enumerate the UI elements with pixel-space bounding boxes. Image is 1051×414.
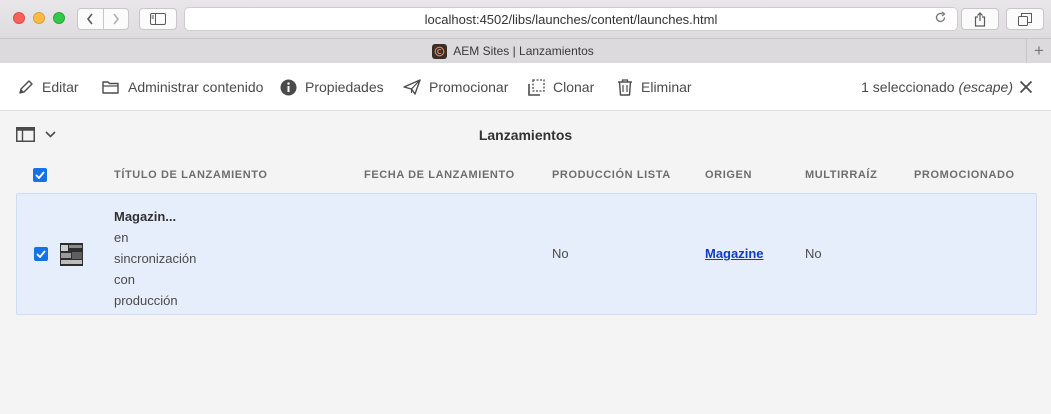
column-header-launch-date[interactable]: Fecha de lanzamiento (364, 160, 515, 190)
close-icon (1019, 80, 1033, 94)
selection-count: 1 seleccionado (861, 79, 955, 95)
delete-button[interactable]: Eliminar (617, 63, 692, 111)
chevron-right-icon (113, 13, 119, 25)
launch-status-line: sincronización (114, 251, 197, 266)
manage-content-label: Administrar contenido (128, 79, 264, 95)
sidebar-icon (150, 13, 166, 25)
production-ready-cell: No (552, 246, 569, 261)
row-thumbnail (60, 243, 83, 266)
checkmark-icon (36, 250, 46, 258)
clone-label: Clonar (553, 79, 595, 95)
column-header-production-ready[interactable]: Producción lista (552, 160, 671, 190)
browser-chrome: localhost:4502/libs/launches/content/lau… (0, 0, 1051, 63)
delete-label: Eliminar (641, 79, 692, 95)
manage-content-button[interactable]: Administrar contenido (102, 63, 263, 111)
exit-selection-button[interactable] (1017, 78, 1035, 96)
checkmark-icon (35, 171, 45, 179)
launch-title: Magazin... (114, 209, 177, 224)
aem-favicon-icon (432, 43, 448, 59)
action-bar: Editar Administrar contenido Propiedades… (0, 63, 1051, 111)
table-header: Título de lanzamiento Fecha de lanzamien… (0, 160, 1051, 192)
active-tab[interactable]: AEM Sites | Lanzamientos (0, 39, 1026, 63)
share-icon (974, 11, 986, 27)
history-nav (77, 8, 129, 30)
address-bar[interactable]: localhost:4502/libs/launches/content/lau… (184, 7, 958, 31)
row-title-cell: Magazin... en sincronización con producc… (114, 206, 234, 311)
show-sidebar-button[interactable] (139, 8, 177, 30)
clone-button[interactable]: Clonar (528, 63, 594, 111)
close-window-button[interactable] (13, 12, 25, 24)
edit-label: Editar (42, 79, 79, 95)
escape-hint: (escape) (958, 79, 1013, 95)
column-header-source[interactable]: Origen (705, 160, 752, 190)
table-row[interactable]: Magazin... en sincronización con producc… (16, 193, 1037, 315)
promote-button[interactable]: Promocionar (403, 63, 508, 111)
column-header-multiroot[interactable]: Multirraíz (805, 160, 877, 190)
select-all-checkbox[interactable] (33, 160, 47, 190)
share-button[interactable] (961, 8, 999, 30)
chevron-left-icon (87, 13, 93, 25)
source-link[interactable]: Magazine (705, 246, 764, 261)
minimize-window-button[interactable] (33, 12, 45, 24)
launch-status-line: producción (114, 293, 178, 308)
show-tabs-button[interactable] (1006, 8, 1044, 30)
tab-title-text: AEM Sites | Lanzamientos (453, 44, 594, 58)
info-icon (280, 79, 297, 95)
tabs-overview-icon (1018, 12, 1032, 26)
multiroot-cell: No (805, 246, 822, 261)
promote-label: Promocionar (429, 79, 509, 95)
new-tab-button[interactable]: + (1026, 39, 1051, 63)
properties-button[interactable]: Propiedades (280, 63, 384, 111)
row-checkbox[interactable] (34, 247, 48, 261)
zoom-window-button[interactable] (53, 12, 65, 24)
folder-icon (102, 81, 119, 94)
column-header-promoted[interactable]: Promocionado (914, 160, 1015, 190)
reload-icon[interactable] (934, 11, 947, 27)
title-bar: Lanzamientos (0, 111, 1051, 159)
properties-label: Propiedades (305, 79, 384, 95)
edit-button[interactable]: Editar (18, 63, 79, 111)
page-title: Lanzamientos (478, 127, 573, 143)
launch-status-line: con (114, 272, 135, 287)
tab-strip: AEM Sites | Lanzamientos + (0, 38, 1051, 63)
selection-status: 1 seleccionado (escape) (861, 63, 1013, 111)
pencil-icon (19, 80, 33, 94)
paper-plane-icon (403, 79, 421, 95)
launch-status-line: en (114, 230, 129, 245)
url-text: localhost:4502/libs/launches/content/lau… (424, 11, 718, 27)
trash-icon (618, 78, 632, 96)
forward-button[interactable] (102, 9, 129, 29)
clone-icon (528, 78, 545, 96)
back-button[interactable] (78, 9, 103, 29)
column-header-title[interactable]: Título de lanzamiento (114, 160, 268, 190)
